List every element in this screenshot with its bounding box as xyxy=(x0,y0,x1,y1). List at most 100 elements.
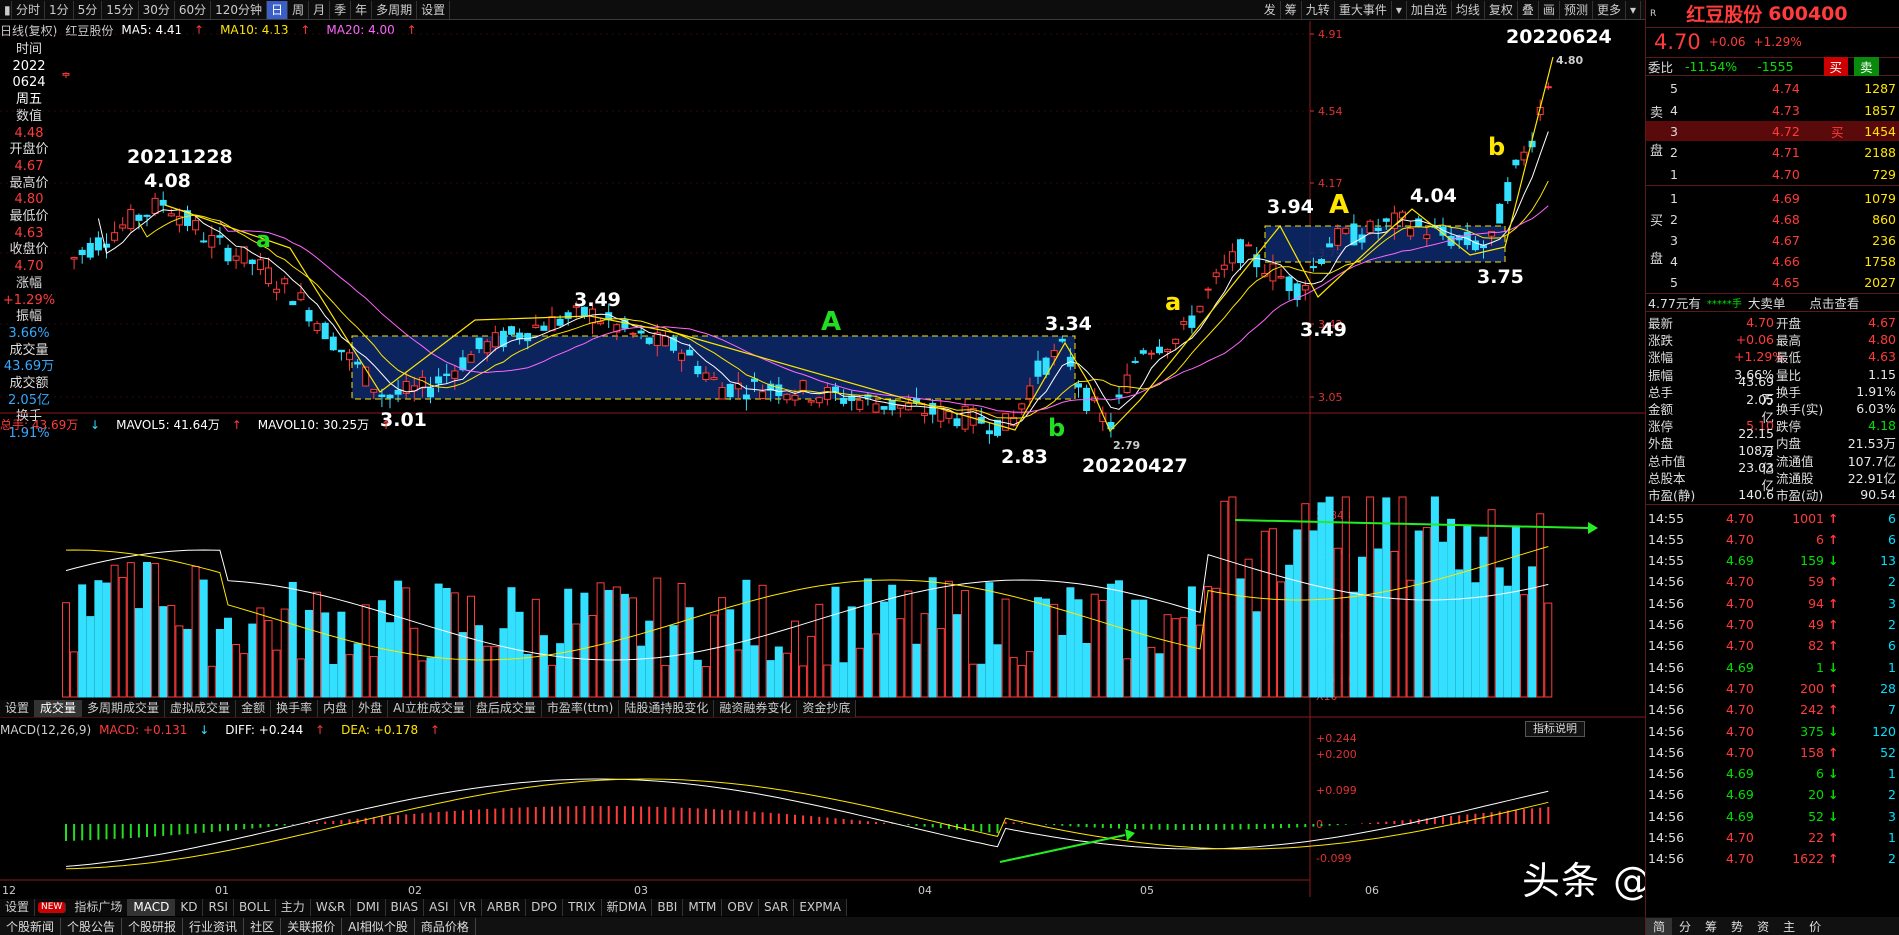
sell-button[interactable]: 卖 xyxy=(1854,57,1879,76)
candle-body xyxy=(678,352,686,361)
quote-row: 14:56 4.69 6 ↓ 1 xyxy=(1646,764,1899,784)
volume-bar xyxy=(1536,513,1545,698)
volume-bar xyxy=(961,590,970,698)
bottom-link-5[interactable]: 关联报价 xyxy=(281,917,343,935)
tick-volume-11: 158 xyxy=(1800,744,1824,760)
candle-body xyxy=(661,335,669,347)
buy-level-1: 2 xyxy=(1670,211,1678,227)
volume-tab-5[interactable]: 换手率 xyxy=(271,700,319,717)
buy-volume-4: 2027 xyxy=(1864,274,1896,290)
indicator-tab-3[interactable]: MACD xyxy=(128,899,176,916)
bottom-link-2[interactable]: 个股研报 xyxy=(122,917,184,935)
volume-tab-1[interactable]: 成交量 xyxy=(35,700,83,717)
volume-bar xyxy=(1025,651,1034,698)
indicator-tab-11[interactable]: ASI xyxy=(424,899,455,916)
candle-body xyxy=(378,394,386,398)
tick-time-10: 14:56 xyxy=(1648,723,1685,739)
volume-bar xyxy=(434,583,443,698)
bottom-link-1[interactable]: 个股公告 xyxy=(61,917,123,935)
mavol10-value: MAVOL10: 30.25万 xyxy=(257,417,370,432)
bottom-link-6[interactable]: AI相似个股 xyxy=(342,917,415,935)
volume-tab-10[interactable]: 市盈率(ttm) xyxy=(542,700,620,717)
volume-tab-13[interactable]: 资金抄底 xyxy=(797,700,857,717)
annotation-10: 2.79 xyxy=(1113,439,1140,452)
indicator-tab-6[interactable]: BOLL xyxy=(234,899,276,916)
indicator-tab-16[interactable]: 新DMA xyxy=(602,899,653,916)
quote-tab-5[interactable]: 主 xyxy=(1776,918,1802,935)
volume-tab-11[interactable]: 陆股通持股变化 xyxy=(619,700,715,717)
bottom-link-3[interactable]: 行业资讯 xyxy=(183,917,245,935)
indicator-tab-18[interactable]: MTM xyxy=(683,899,723,916)
volume-tab-6[interactable]: 内盘 xyxy=(318,700,354,717)
annotation-3: 3.49 xyxy=(574,289,621,311)
candle-body xyxy=(994,419,1001,436)
tick-count-6: 6 xyxy=(1888,638,1896,654)
candle-body xyxy=(1147,352,1155,355)
indicator-tab-20[interactable]: SAR xyxy=(759,899,795,916)
quote-tab-6[interactable]: 价 xyxy=(1802,918,1828,935)
candle-body xyxy=(1277,275,1285,279)
candle-body xyxy=(1212,272,1220,278)
quote-row: 4.77元有 *****手 大卖单 点击查看 xyxy=(1646,293,1899,312)
volume-tab-7[interactable]: 外盘 xyxy=(353,700,389,717)
mavol5-value: MAVOL5: 41.64万 xyxy=(116,417,220,432)
quote-row: 3 4.72 1454 买 xyxy=(1646,121,1899,141)
quote-row: 3 4.67 236 xyxy=(1646,230,1899,250)
indicator-tab-12[interactable]: VR xyxy=(455,899,483,916)
stat-label2-1: 最高 xyxy=(1776,333,1802,349)
tick-count-11: 52 xyxy=(1880,744,1896,760)
indicator-tab-2[interactable]: 指标广场 xyxy=(69,899,129,916)
indicator-tab-1[interactable]: NEW xyxy=(38,902,67,913)
volume-tab-9[interactable]: 盘后成交量 xyxy=(471,700,542,717)
indicator-tab-4[interactable]: KD xyxy=(175,899,204,916)
indicator-tab-21[interactable]: EXPMA xyxy=(794,899,847,916)
indicator-tab-5[interactable]: RSI xyxy=(203,899,234,916)
volume-bar xyxy=(1204,586,1213,698)
indicator-tab-8[interactable]: W&R xyxy=(311,899,352,916)
candle-body xyxy=(799,380,807,391)
volume-bar xyxy=(1544,602,1553,698)
quote-tab-4[interactable]: 资 xyxy=(1750,918,1776,935)
quote-tab-1[interactable]: 分 xyxy=(1672,918,1698,935)
quote-tab-2[interactable]: 筹 xyxy=(1698,918,1724,935)
x-axis-label-3: 03 xyxy=(634,884,648,897)
volume-bar xyxy=(750,645,759,698)
indicator-tab-0[interactable]: 设置 xyxy=(0,899,36,916)
look-button[interactable]: 点击查看 xyxy=(1809,293,1859,312)
tick-price-11: 4.70 xyxy=(1726,744,1754,760)
bottom-link-4[interactable]: 社区 xyxy=(244,917,282,935)
volume-bar xyxy=(791,620,799,698)
indicator-tab-13[interactable]: ARBR xyxy=(482,899,527,916)
indicator-tab-14[interactable]: DPO xyxy=(526,899,564,916)
bottom-link-0[interactable]: 个股新闻 xyxy=(0,917,62,935)
tick-time-16: 14:56 xyxy=(1648,851,1685,867)
indicator-tab-9[interactable]: DMI xyxy=(351,899,386,916)
volume-bar xyxy=(742,579,751,698)
candle-body xyxy=(532,324,540,328)
quote-tab-0[interactable]: 简 xyxy=(1646,917,1673,935)
candle-body xyxy=(1520,151,1528,161)
chart-area[interactable]: 4.914.544.173.793.423.05202112284.08a3.4… xyxy=(0,0,1645,915)
indicator-tab-19[interactable]: OBV xyxy=(722,899,759,916)
candle-body xyxy=(524,333,532,342)
indicator-tab-7[interactable]: 主力 xyxy=(276,899,311,916)
candle-body xyxy=(86,242,94,258)
buy-button[interactable]: 买 xyxy=(1823,57,1849,76)
indicator-tab-15[interactable]: TRIX xyxy=(563,899,602,916)
volume-tab-0[interactable]: 设置 xyxy=(0,700,36,717)
volume-tab-4[interactable]: 金额 xyxy=(236,700,272,717)
volume-tab-12[interactable]: 融资融券变化 xyxy=(714,700,798,717)
indicator-tab-10[interactable]: BIAS xyxy=(386,899,425,916)
quote-row: 14:55 4.70 1001 ↑ 6 xyxy=(1646,508,1899,528)
indicator-tab-17[interactable]: BBI xyxy=(652,899,684,916)
quote-tab-3[interactable]: 势 xyxy=(1724,918,1750,935)
volume-bar xyxy=(410,627,419,698)
volume-tab-3[interactable]: 虚拟成交量 xyxy=(165,700,237,717)
volume-tab-2[interactable]: 多周期成交量 xyxy=(82,700,166,717)
r-icon[interactable]: R xyxy=(1650,9,1656,19)
stat-value2-6: 4.18 xyxy=(1868,418,1896,434)
indicator-help-button[interactable]: 指标说明 xyxy=(1525,721,1585,737)
volume-tab-8[interactable]: AI立桩成交量 xyxy=(388,700,471,717)
tick-count-16: 2 xyxy=(1888,851,1896,867)
bottom-link-7[interactable]: 商品价格 xyxy=(415,917,476,935)
